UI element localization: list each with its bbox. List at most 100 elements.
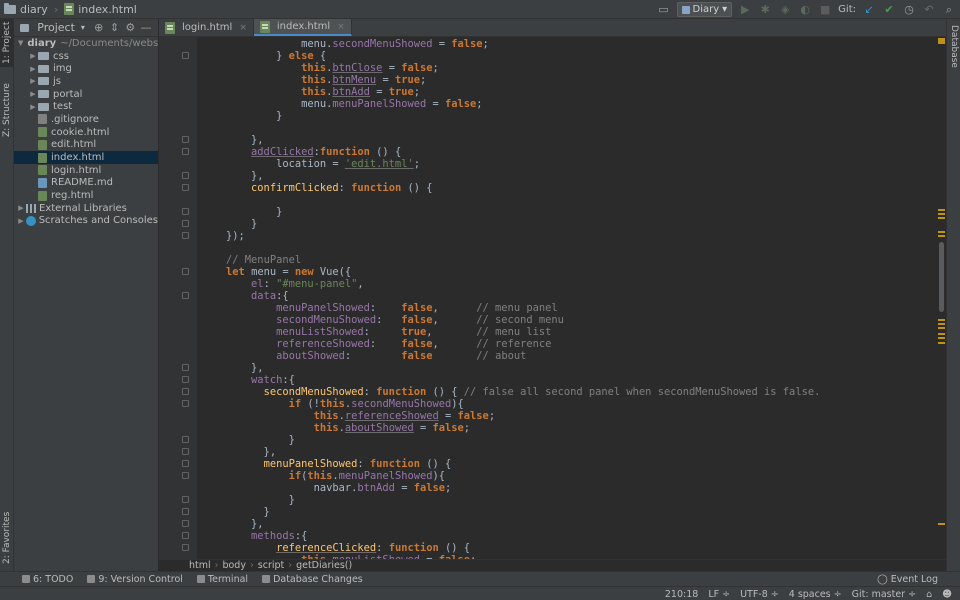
warning-marker[interactable] [938,327,945,329]
gear-icon[interactable]: ⚙ [124,21,136,35]
fold-marker-icon[interactable] [182,376,189,383]
file-encoding[interactable]: UTF-8 ÷ [740,589,779,600]
nav-crumb-project[interactable]: diary [0,2,52,16]
fold-marker-icon[interactable] [182,292,189,299]
tree-item[interactable]: ▶ Scratches and Consoles [14,215,158,228]
coverage-icon[interactable]: ◈ [778,3,792,17]
tree-item[interactable]: ▶ js [14,75,158,88]
warning-marker[interactable] [938,337,945,339]
tool-version-control[interactable]: 9: Version Control [87,574,183,585]
warning-marker[interactable] [938,333,945,335]
debug-icon[interactable]: ✱ [758,3,772,17]
tree-item[interactable]: ▶ External Libraries [14,202,158,215]
fold-marker-icon[interactable] [182,400,189,407]
profile-icon[interactable]: ◐ [798,3,812,17]
breadcrumb-item[interactable]: script [258,560,284,571]
warning-marker[interactable] [938,231,945,233]
analysis-status-icon[interactable] [938,38,945,44]
fold-marker-icon[interactable] [182,208,189,215]
fold-marker-icon[interactable] [182,520,189,527]
editor-scrollbar-thumb[interactable] [939,242,944,312]
breadcrumb-item[interactable]: html [189,560,211,571]
tool-tab-project[interactable]: 1: Project [0,19,14,67]
tool-tab-database[interactable]: Database [947,25,960,68]
error-stripe[interactable] [937,37,946,559]
warning-marker[interactable] [938,209,945,211]
run-config-select[interactable]: Diary ▾ [676,2,733,17]
fold-marker-icon[interactable] [182,496,189,503]
tree-item[interactable]: ▶ test [14,100,158,113]
fold-marker-icon[interactable] [182,136,189,143]
fold-marker-icon[interactable] [182,532,189,539]
warning-marker[interactable] [938,217,945,219]
tree-item[interactable]: ▼ diary ~/Documents/website/ [14,37,174,50]
fold-marker-icon[interactable] [182,448,189,455]
close-icon[interactable]: × [239,23,247,33]
fold-marker-icon[interactable] [182,232,189,239]
collapse-all-icon[interactable]: ⇕ [109,21,121,35]
tool-tab-structure[interactable]: Z: Structure [0,79,14,141]
warning-marker[interactable] [938,319,945,321]
tree-item[interactable]: .gitignore [14,113,158,126]
caret-position[interactable]: 210:18 [665,589,698,600]
tool-database-changes[interactable]: Database Changes [262,574,363,585]
lock-icon[interactable]: ⌂ [926,589,932,600]
breadcrumb-item[interactable]: body [222,560,246,571]
warning-marker[interactable] [938,235,945,237]
tree-item[interactable]: ▶ img [14,62,158,75]
nav-crumb-file[interactable]: index.html [60,3,141,16]
fold-marker-icon[interactable] [182,508,189,515]
indent-setting[interactable]: 4 spaces ÷ [789,589,842,600]
chevron-down-icon[interactable]: ▾ [81,23,85,32]
tool-tab-favorites[interactable]: 2: Favorites [0,509,14,567]
breadcrumb-item[interactable]: getDiaries() [296,560,352,571]
tree-item[interactable]: login.html [14,164,158,177]
line-separator[interactable]: LF ÷ [708,589,730,600]
tree-item[interactable]: cookie.html [14,126,158,139]
tool-terminal[interactable]: Terminal [196,574,248,585]
git-update-icon[interactable]: ↙ [862,3,876,17]
fold-marker-icon[interactable] [182,364,189,371]
fold-marker-icon[interactable] [182,388,189,395]
fold-marker-icon[interactable] [182,52,189,59]
tree-item[interactable]: README.md [14,177,158,190]
close-icon[interactable]: × [337,22,345,32]
fold-marker-icon[interactable] [182,148,189,155]
git-commit-icon[interactable]: ✔ [882,3,896,17]
collapsed-arrow-icon[interactable]: ▶ [28,77,38,85]
collapsed-arrow-icon[interactable]: ▶ [28,52,38,60]
stop-icon[interactable]: ■ [818,3,832,17]
collapsed-arrow-icon[interactable]: ▶ [28,90,38,98]
warning-marker[interactable] [938,523,945,525]
tree-item[interactable]: ▶ css [14,50,158,63]
warning-marker[interactable] [938,323,945,325]
fold-marker-icon[interactable] [182,172,189,179]
tree-item[interactable]: edit.html [14,139,158,152]
fold-marker-icon[interactable] [182,544,189,551]
warning-marker[interactable] [938,342,945,344]
editor-tab[interactable]: index.html × [253,19,352,36]
project-structure-icon[interactable]: ▭ [657,3,671,17]
run-icon[interactable]: ▶ [738,3,752,17]
collapsed-arrow-icon[interactable]: ▶ [28,103,38,111]
collapsed-arrow-icon[interactable]: ▶ [28,65,38,73]
fold-marker-icon[interactable] [182,184,189,191]
editor-tab[interactable]: login.html × [159,19,254,36]
tool-todo[interactable]: 6: TODO [22,574,73,585]
fold-marker-icon[interactable] [182,268,189,275]
git-revert-icon[interactable]: ↶ [922,3,936,17]
fold-marker-icon[interactable] [182,460,189,467]
tree-item[interactable]: reg.html [14,189,158,202]
fold-marker-icon[interactable] [182,436,189,443]
project-panel-title[interactable]: Project [37,21,75,34]
locate-icon[interactable]: ⊕ [93,21,105,35]
expanded-arrow-icon[interactable]: ▼ [18,39,23,47]
code-editor[interactable]: menu.secondMenuShowed = false; } else { … [197,37,937,559]
fold-marker-icon[interactable] [182,472,189,479]
collapsed-arrow-icon[interactable]: ▶ [16,217,26,225]
collapsed-arrow-icon[interactable]: ▶ [16,204,26,212]
inspector-icon[interactable]: ☻ [942,589,952,600]
fold-marker-icon[interactable] [182,220,189,227]
git-branch[interactable]: Git: master ÷ [852,589,916,600]
minimize-icon[interactable]: — [140,21,152,35]
